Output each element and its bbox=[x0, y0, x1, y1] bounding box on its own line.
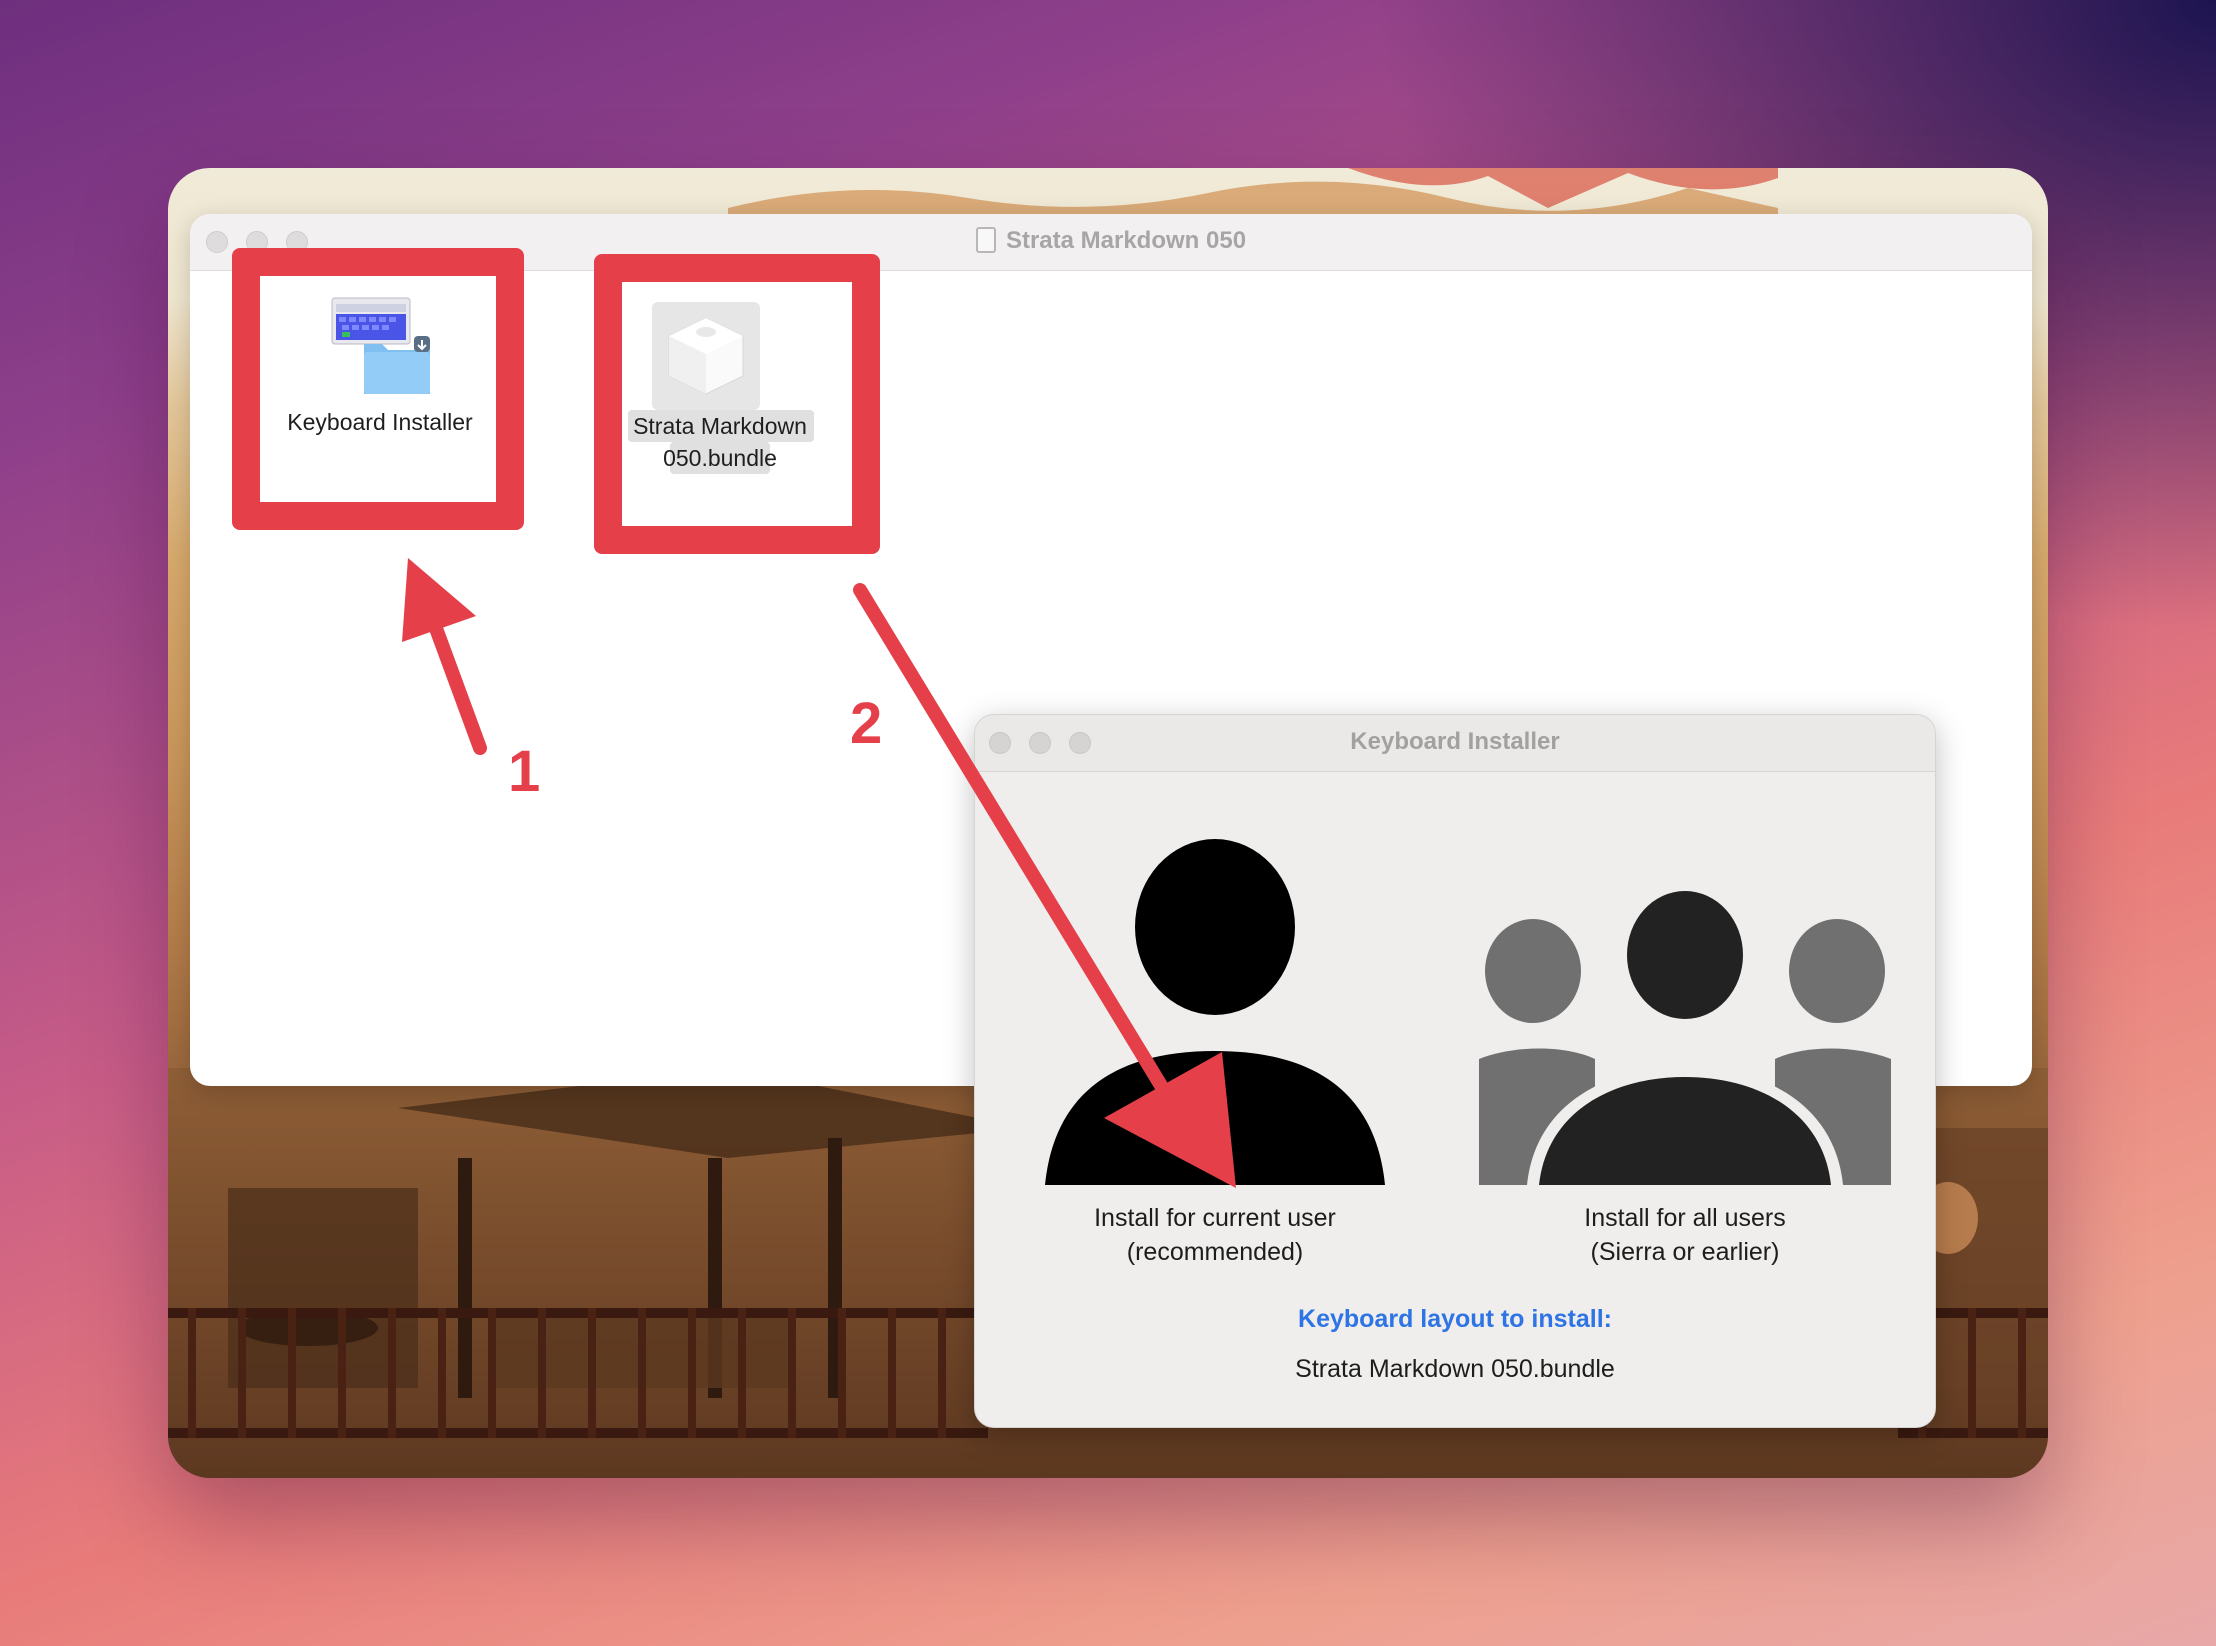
annotation-number-1: 1 bbox=[508, 739, 541, 804]
annotation-number-2: 2 bbox=[850, 691, 883, 756]
annotation-arrows bbox=[402, 558, 1236, 1188]
annotation-arrow-1 bbox=[402, 558, 487, 755]
annotation-arrow-2 bbox=[853, 583, 1236, 1188]
